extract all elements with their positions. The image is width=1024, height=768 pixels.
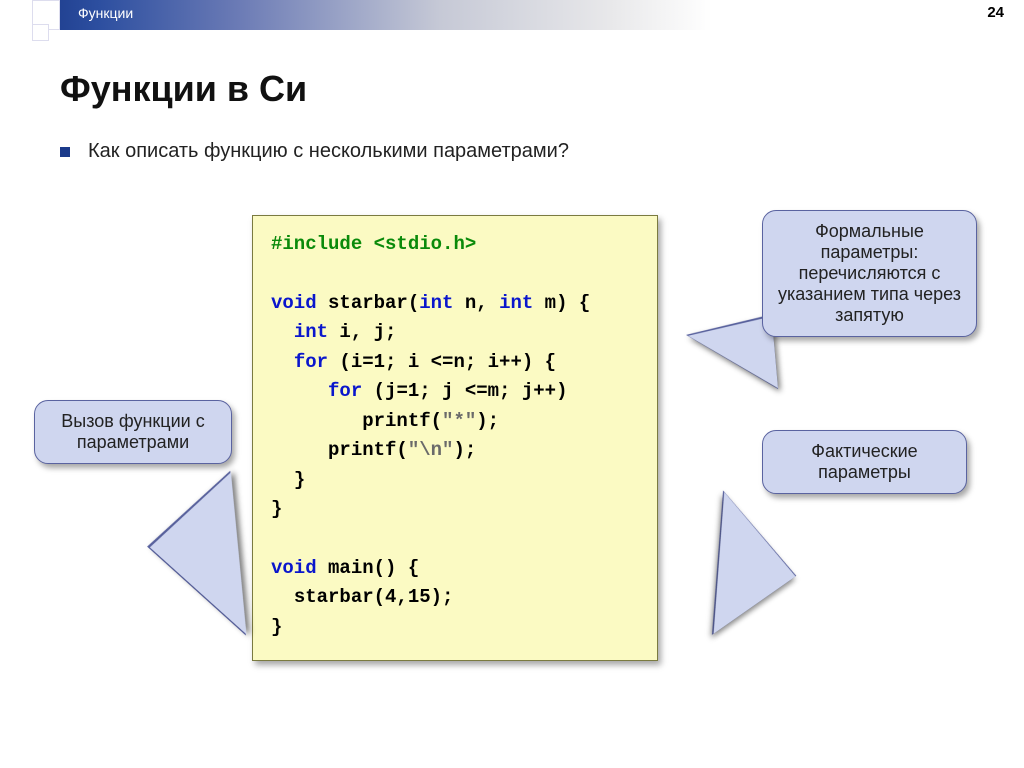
slide-title: Функции в Си — [60, 68, 307, 110]
code-token: <stdio.h> — [374, 233, 477, 255]
code-token: ); — [476, 410, 499, 432]
code-line: int i, j; — [271, 318, 639, 347]
code-token: int — [294, 321, 328, 343]
page-number: 24 — [987, 4, 1004, 21]
callout-tail — [650, 486, 795, 633]
code-token: int — [499, 292, 533, 314]
code-line: #include <stdio.h> — [271, 230, 639, 259]
code-line: } — [271, 466, 639, 495]
callout-formal-params: Формальные параметры: перечисляются с ук… — [762, 210, 977, 337]
header-decor-square-2 — [32, 24, 49, 41]
bullet-icon — [60, 147, 70, 157]
callout-actual-params: Фактические параметры — [762, 430, 967, 494]
code-line — [271, 524, 639, 553]
code-token: main() { — [317, 557, 420, 579]
header-gradient — [32, 0, 712, 30]
code-token: } — [271, 616, 282, 638]
code-token: (i=1; i <=n; i++) { — [328, 351, 556, 373]
header-bar: Функции 24 — [0, 0, 1024, 30]
code-block: #include <stdio.h> void starbar(int n, i… — [252, 215, 658, 661]
code-token: for — [328, 380, 362, 402]
code-token: int — [419, 292, 453, 314]
code-line: for (j=1; j <=m; j++) — [271, 377, 639, 406]
code-token: void — [271, 292, 317, 314]
code-line: } — [271, 495, 639, 524]
bullet-item: Как описать функцию с несколькими параме… — [60, 140, 569, 163]
code-token: n, — [453, 292, 499, 314]
code-token: #include — [271, 233, 374, 255]
code-line: void starbar(int n, int m) { — [271, 289, 639, 318]
bullet-text: Как описать функцию с несколькими параме… — [88, 140, 569, 163]
code-token: for — [294, 351, 328, 373]
code-line: for (i=1; i <=n; i++) { — [271, 348, 639, 377]
code-line: printf("*"); — [271, 407, 639, 436]
code-token: starbar(4,15); — [294, 586, 454, 608]
section-label: Функции — [78, 5, 133, 21]
code-token: } — [294, 469, 305, 491]
code-line: } — [271, 613, 639, 642]
code-token: ); — [453, 439, 476, 461]
code-line: starbar(4,15); — [271, 583, 639, 612]
code-token: i, j; — [328, 321, 396, 343]
code-line — [271, 259, 639, 288]
callout-function-call: Вызов функции с параметрами — [34, 400, 232, 464]
code-token: printf( — [362, 410, 442, 432]
code-token: (j=1; j <=m; j++) — [362, 380, 567, 402]
code-line: void main() { — [271, 554, 639, 583]
code-token: m) { — [533, 292, 590, 314]
code-token: "*" — [442, 410, 476, 432]
code-token: printf( — [328, 439, 408, 461]
code-token: starbar( — [317, 292, 420, 314]
code-line: printf("\n"); — [271, 436, 639, 465]
code-token: "\n" — [408, 439, 454, 461]
